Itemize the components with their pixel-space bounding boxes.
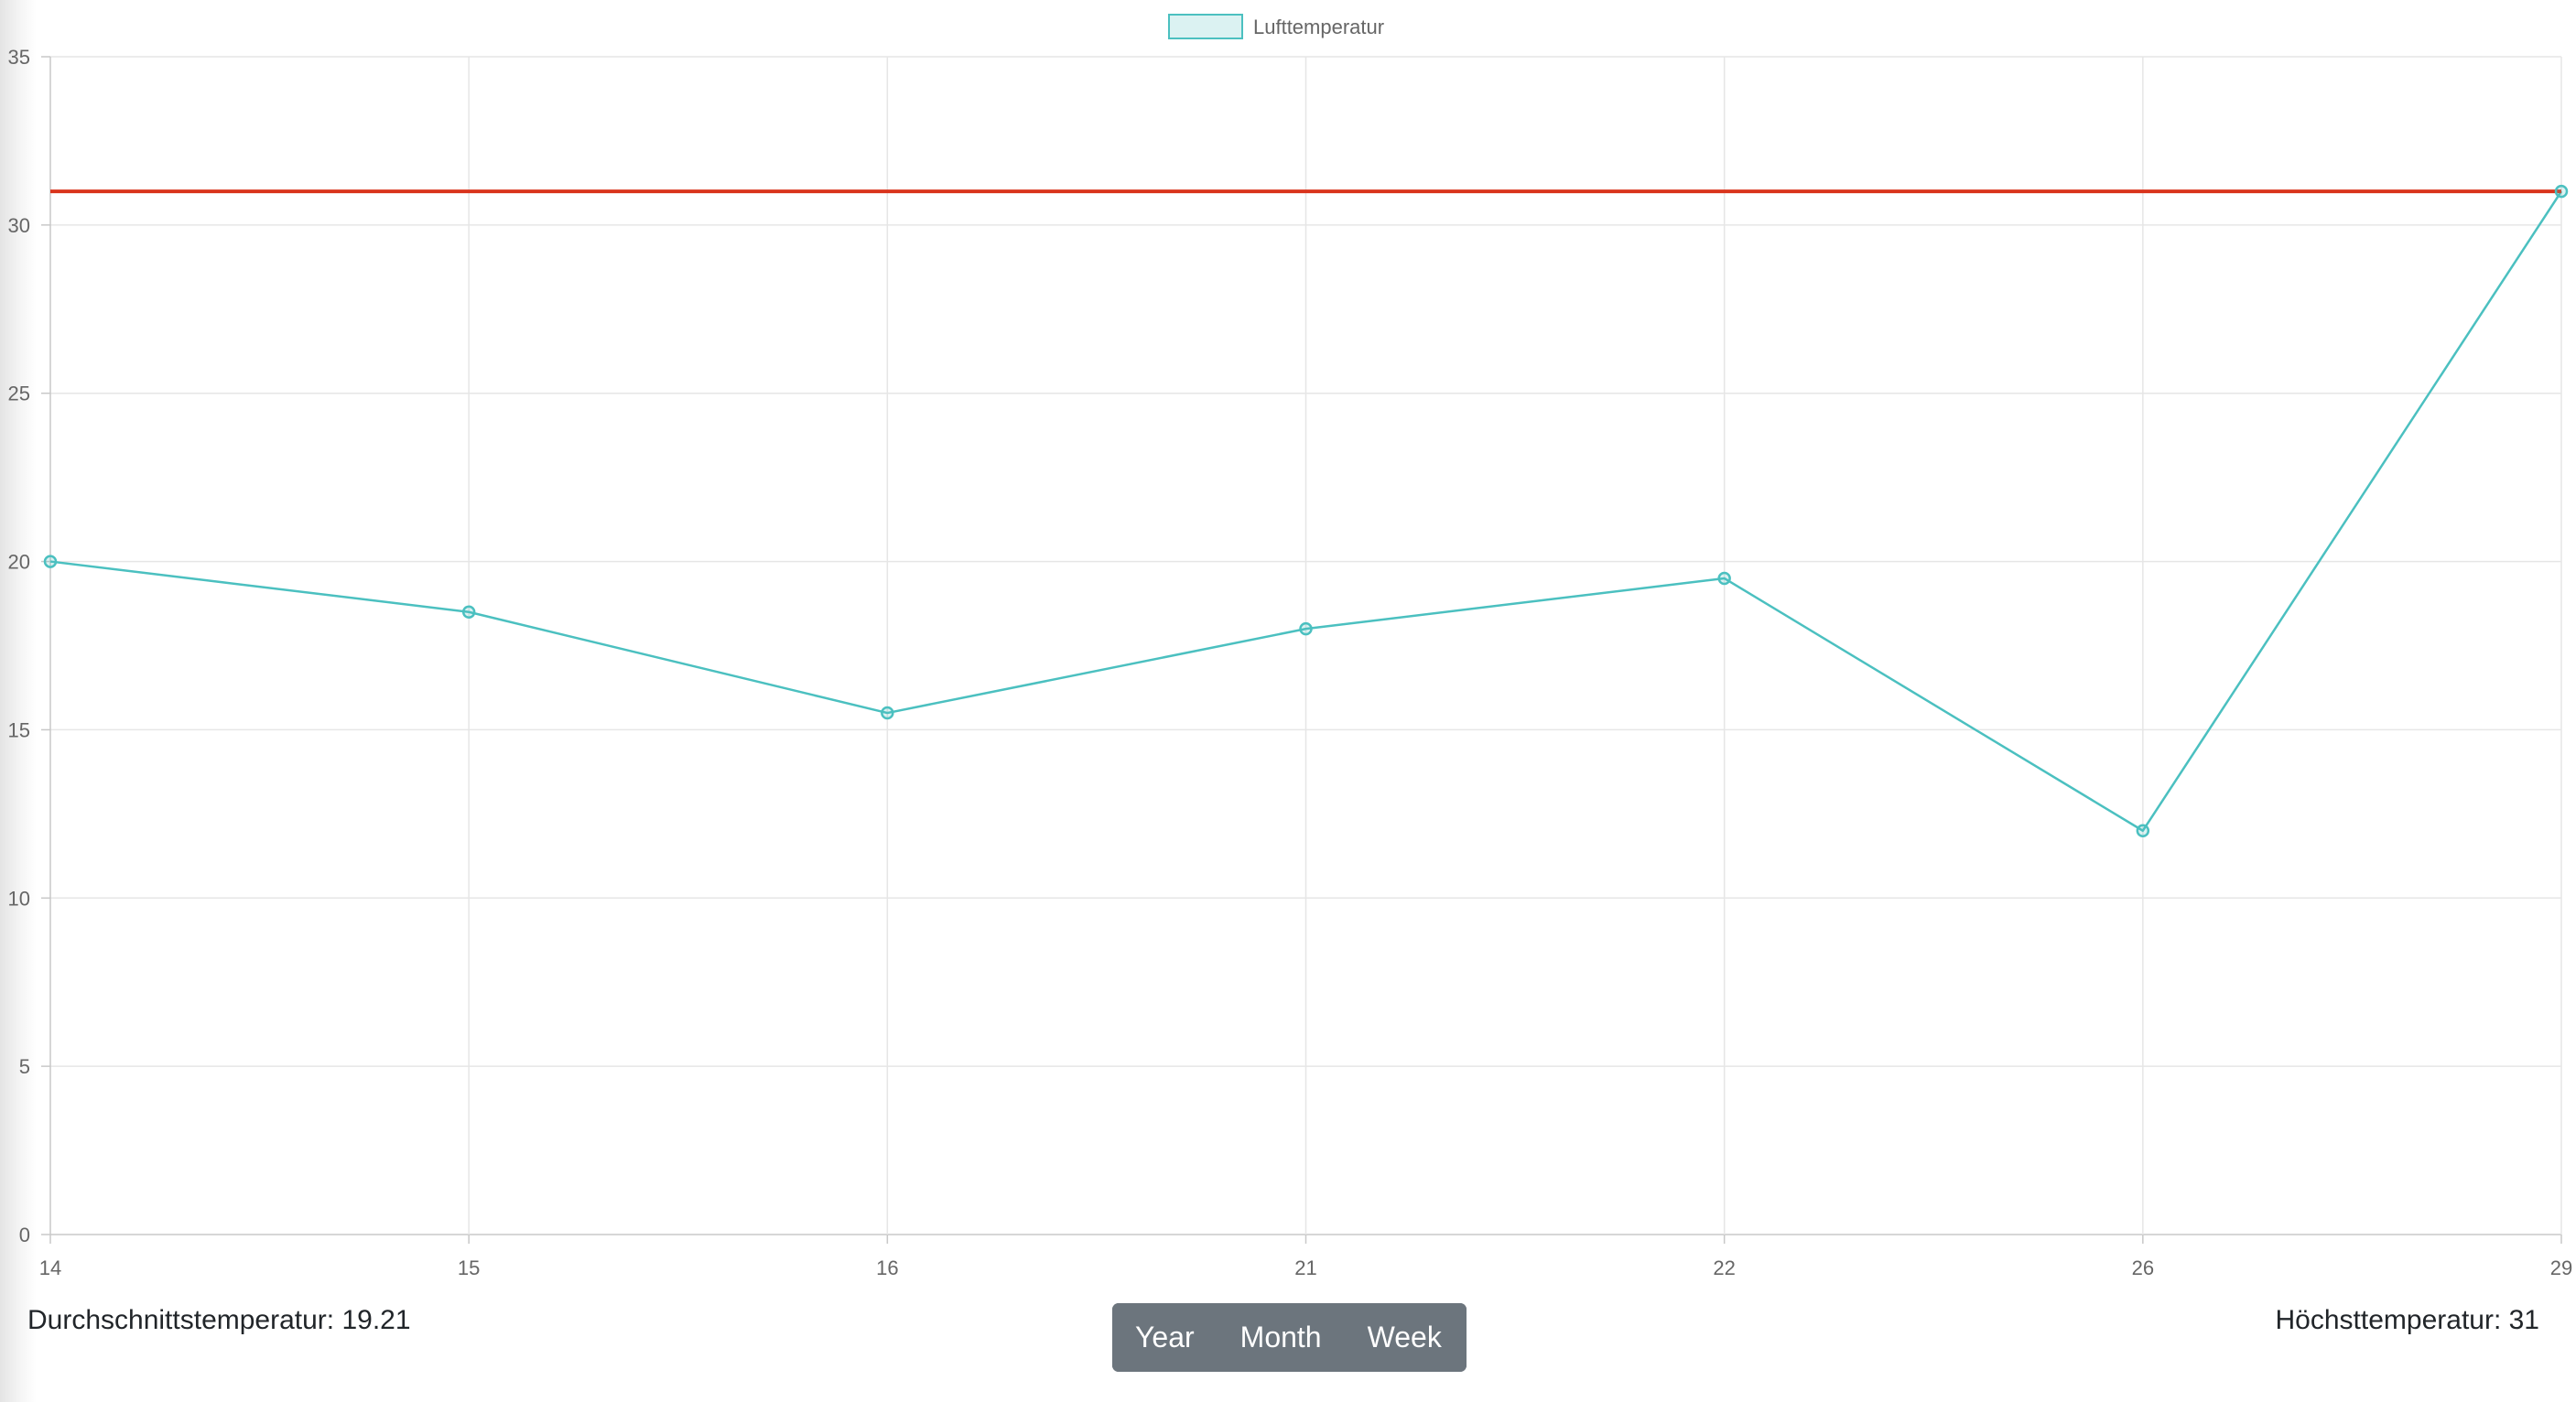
grid bbox=[49, 56, 2562, 1235]
data-point bbox=[2136, 824, 2150, 837]
data-point bbox=[43, 555, 58, 568]
range-button-group: Year Month Week bbox=[1112, 1303, 1467, 1372]
y-tick-label: 10 bbox=[8, 887, 30, 910]
data-point bbox=[881, 706, 894, 720]
week-button[interactable]: Week bbox=[1344, 1303, 1467, 1372]
x-tick-label: 14 bbox=[39, 1256, 61, 1279]
data-point bbox=[2554, 184, 2569, 199]
axes: 0 5 10 15 20 25 30 35 14 15 16 21 22 26 29 bbox=[8, 46, 2573, 1279]
x-tick-label: 22 bbox=[1713, 1256, 1735, 1279]
y-tick-label: 30 bbox=[8, 214, 30, 237]
x-tick-label: 15 bbox=[458, 1256, 480, 1279]
data-point bbox=[1299, 621, 1313, 636]
y-tick-label: 0 bbox=[19, 1224, 30, 1246]
y-tick-label: 35 bbox=[8, 46, 30, 69]
y-tick-label: 25 bbox=[8, 383, 30, 405]
legend-label: Lufttemperatur bbox=[1253, 16, 1384, 38]
max-temperature: Höchsttemperatur: 31 bbox=[2275, 1305, 2539, 1335]
data-point bbox=[1717, 571, 1731, 586]
y-tick-label: 5 bbox=[19, 1055, 30, 1078]
month-button[interactable]: Month bbox=[1217, 1303, 1345, 1372]
data-point bbox=[461, 605, 476, 619]
x-tick-label: 26 bbox=[2132, 1256, 2154, 1279]
x-tick-label: 29 bbox=[2550, 1256, 2572, 1279]
legend[interactable]: Lufttemperatur bbox=[1168, 14, 1384, 39]
legend-swatch bbox=[1168, 14, 1243, 39]
year-button[interactable]: Year bbox=[1112, 1303, 1218, 1372]
x-tick-label: 16 bbox=[876, 1256, 898, 1279]
average-temperature: Durchschnittstemperatur: 19.21 bbox=[27, 1305, 411, 1335]
x-tick-label: 21 bbox=[1294, 1256, 1316, 1279]
y-tick-label: 20 bbox=[8, 551, 30, 574]
y-tick-label: 15 bbox=[8, 718, 30, 741]
temperature-line-chart: 0 5 10 15 20 25 30 35 14 15 16 21 22 26 29 Lufttempera… bbox=[8, 14, 2573, 1279]
